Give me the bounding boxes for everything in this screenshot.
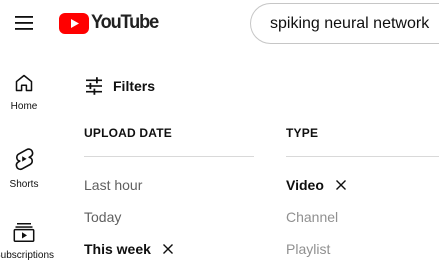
youtube-search-page: YouTube Home Shorts Subscriptions [0, 0, 439, 262]
filter-option-video[interactable]: Video [286, 177, 347, 193]
upload-date-divider [84, 156, 254, 157]
type-divider [286, 156, 439, 157]
sidebar-item-label: Shorts [9, 179, 39, 190]
filters-label: Filters [113, 78, 156, 94]
remove-filter-icon[interactable] [162, 243, 174, 255]
filters-button[interactable]: Filters [84, 74, 155, 98]
search-input[interactable] [270, 4, 439, 43]
remove-filter-icon[interactable] [335, 179, 347, 191]
filter-option-today[interactable]: Today [84, 209, 121, 225]
logo-wordmark: YouTube [91, 11, 159, 34]
filter-sliders-icon [86, 77, 102, 95]
type-heading: TYPE [286, 126, 319, 140]
sidebar-item-home[interactable]: Home [0, 73, 48, 112]
sidebar-item-label: Subscriptions [0, 250, 55, 261]
subscriptions-icon [13, 223, 35, 242]
shorts-icon [15, 148, 34, 171]
guide-menu-button[interactable] [6, 5, 42, 41]
upload-date-heading: UPLOAD DATE [84, 126, 172, 140]
hamburger-menu-icon [15, 16, 33, 30]
home-icon [15, 74, 33, 92]
youtube-play-icon [59, 12, 89, 34]
search-box[interactable] [250, 3, 439, 44]
filter-option-this-week[interactable]: This week [84, 241, 174, 257]
sidebar-item-shorts[interactable]: Shorts [0, 147, 48, 190]
filter-option-playlist: Playlist [286, 241, 331, 257]
sidebar-item-subscriptions[interactable]: Subscriptions [0, 222, 54, 261]
sidebar-item-label: Home [10, 101, 38, 112]
youtube-logo[interactable]: YouTube [59, 10, 163, 36]
filter-option-channel: Channel [286, 209, 339, 225]
filter-option-last-hour[interactable]: Last hour [84, 177, 142, 193]
